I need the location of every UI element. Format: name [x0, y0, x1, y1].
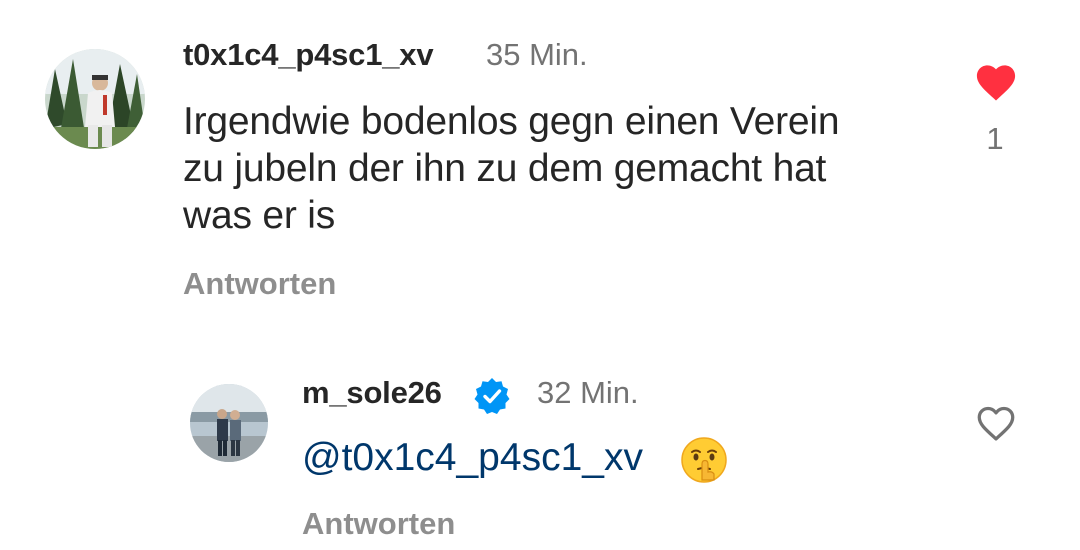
comment-2-mention-link[interactable]: @t0x1c4_p4sc1_xv [302, 436, 643, 480]
avatar-photo-icon [45, 49, 145, 149]
comment-1-timestamp: 35 Min. [486, 37, 588, 72]
avatar-t0x1c4[interactable] [45, 49, 145, 149]
heart-filled-icon [976, 65, 1016, 101]
comment-1-reply-button[interactable]: Antworten [183, 266, 336, 302]
comment-1-text: Irgendwie bodenlos gegn einen Verein zu … [183, 98, 943, 239]
comment-1-text-line-2: zu jubeln der ihn zu dem gemacht hat [183, 147, 827, 190]
comment-2-like-button[interactable] [974, 402, 1018, 447]
comment-1-like-count: 1 [986, 121, 1004, 156]
comment-2-reply-button[interactable]: Antworten [302, 506, 455, 542]
comment-1-username[interactable]: t0x1c4_p4sc1_xv [183, 37, 434, 73]
avatar-m-sole26[interactable] [190, 384, 268, 462]
comment-1-like-button[interactable] [973, 60, 1019, 107]
comment-2-timestamp: 32 Min. [537, 375, 639, 410]
avatar-photo-icon [190, 384, 268, 462]
comment-2-username[interactable]: m_sole26 [302, 375, 442, 411]
shushing-face-emoji-icon [680, 436, 728, 489]
comment-1-text-line-1: Irgendwie bodenlos gegn einen Verein [183, 100, 840, 143]
heart-outline-icon [977, 406, 1015, 441]
comment-1-text-line-3: was er is [183, 194, 336, 237]
verified-badge-icon [472, 376, 512, 421]
